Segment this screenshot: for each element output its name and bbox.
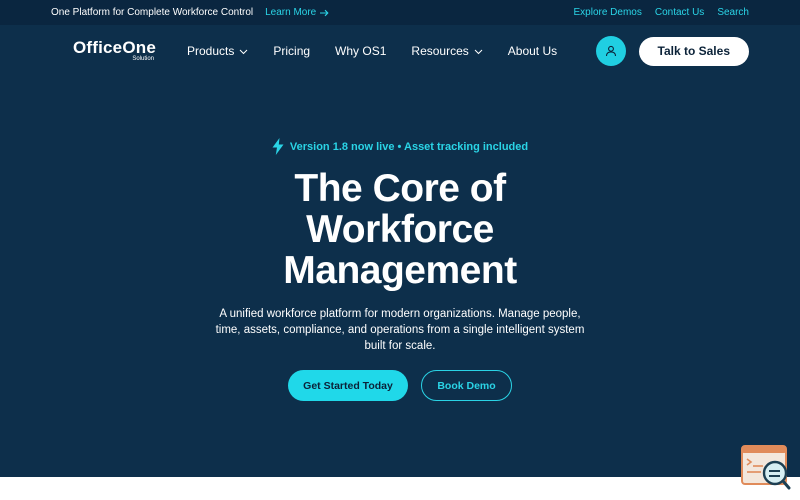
release-badge: Version 1.8 now live • Asset tracking in… <box>272 138 528 155</box>
chat-support-widget[interactable] <box>741 445 791 491</box>
nav-item-label: About Us <box>507 44 558 58</box>
hero-section: Version 1.8 now live • Asset tracking in… <box>0 77 800 477</box>
nav-item-why-os1[interactable]: Why OS1 <box>335 44 386 58</box>
learn-more-link[interactable]: Learn More <box>265 7 329 18</box>
get-started-button[interactable]: Get Started Today <box>288 370 408 401</box>
nav-menu: Products Pricing Why OS1 Resources About… <box>187 44 582 58</box>
lightning-bolt-icon <box>272 138 284 155</box>
book-demo-button[interactable]: Book Demo <box>421 370 512 401</box>
announcement-bar: One Platform for Complete Workforce Cont… <box>0 0 800 25</box>
nav-item-pricing[interactable]: Pricing <box>273 44 310 58</box>
nav-item-label: Products <box>187 44 235 58</box>
release-badge-text: Version 1.8 now live • Asset tracking in… <box>289 140 529 153</box>
nav-item-products[interactable]: Products <box>187 44 248 58</box>
nav-item-resources[interactable]: Resources <box>411 44 483 58</box>
utility-links: Explore Demos Contact Us Search <box>573 7 749 18</box>
nav-item-label: Resources <box>411 44 469 58</box>
search-link[interactable]: Search <box>717 7 749 18</box>
title-line: The Core of <box>294 167 506 210</box>
explore-demos-link[interactable]: Explore Demos <box>573 7 641 18</box>
contact-us-link[interactable]: Contact Us <box>655 7 704 18</box>
nav-item-about-us[interactable]: About Us <box>508 44 557 58</box>
nav-item-label: Why OS1 <box>335 44 387 58</box>
account-button[interactable] <box>595 36 626 66</box>
arrow-right-icon <box>320 9 329 16</box>
logo-wordmark: OfficeOne <box>72 37 156 57</box>
main-navigation: OfficeOne Solution Products Pricing Why … <box>0 25 800 77</box>
learn-more-label: Learn More <box>265 7 317 18</box>
nav-actions: Talk to Sales <box>595 36 749 66</box>
chevron-down-icon <box>474 49 483 54</box>
logo-subtitle: Solution <box>132 55 154 62</box>
officeone-logo[interactable]: OfficeOne Solution <box>52 37 156 63</box>
next-section-edge <box>0 477 800 500</box>
user-icon <box>605 45 616 57</box>
title-line: Workforce <box>306 208 494 251</box>
chat-support-icon <box>741 445 791 490</box>
hero-ctas: Get Started Today Book Demo <box>288 370 512 401</box>
nav-item-label: Pricing <box>273 44 311 58</box>
page-title: The Core of Workforce Management <box>283 167 517 292</box>
talk-to-sales-button[interactable]: Talk to Sales <box>638 36 749 66</box>
title-line: Management <box>283 249 517 292</box>
chevron-down-icon <box>240 49 248 54</box>
announcement-text: One Platform for Complete Workforce Cont… <box>51 7 254 18</box>
hero-subtitle: A unified workforce platform for modern … <box>215 308 585 352</box>
